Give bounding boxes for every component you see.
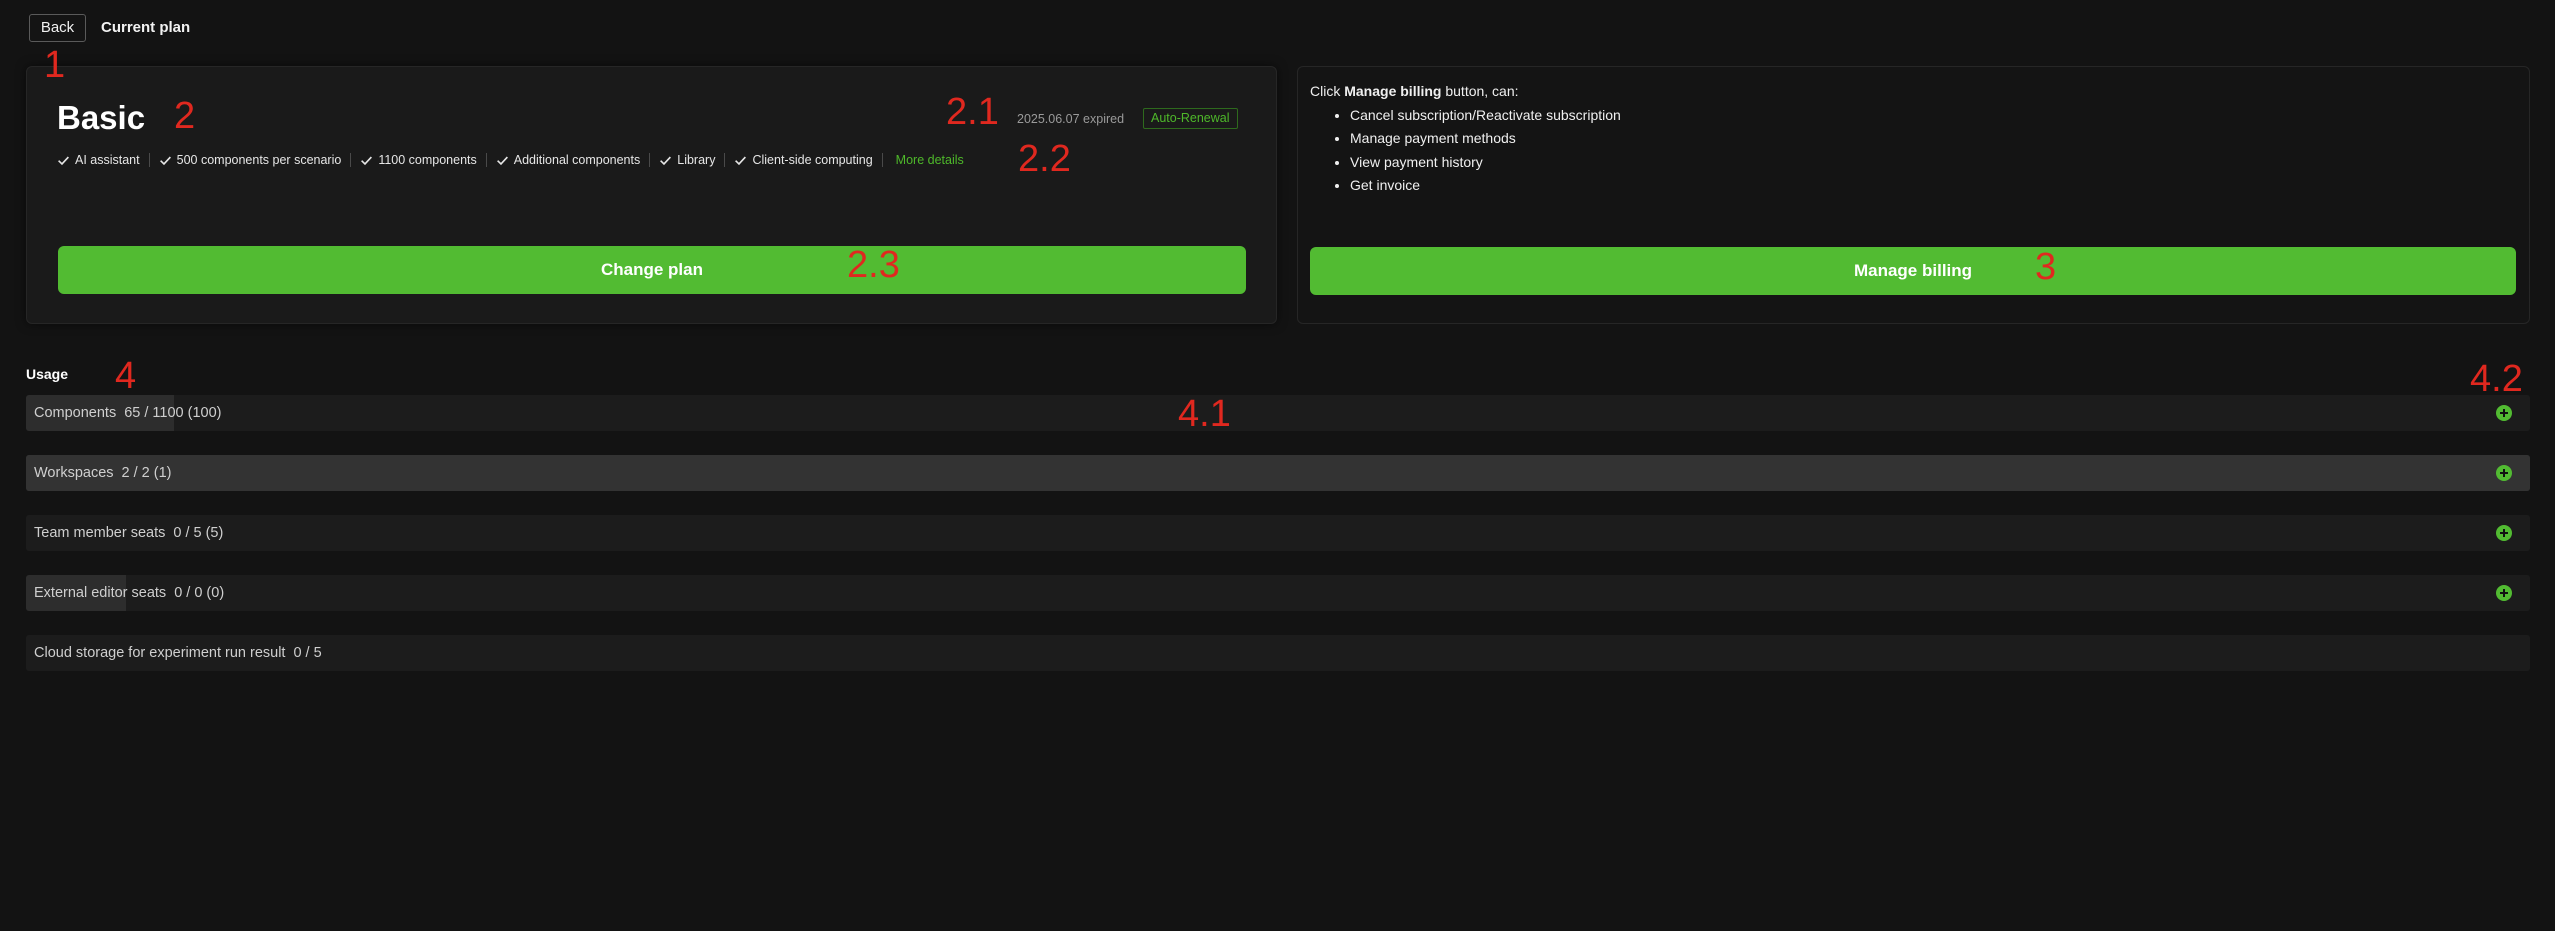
list-item: Cancel subscription/Reactivate subscript… [1350,104,1621,127]
usage-row-components: Components 65 / 1100 (100) [26,395,2530,431]
usage-value: 0 / 5 (5) [173,525,224,541]
billing-features-list: Cancel subscription/Reactivate subscript… [1350,104,1621,197]
back-button[interactable]: Back [29,14,86,42]
usage-row-workspaces: Workspaces 2 / 2 (1) [26,455,2530,491]
annotation-label: 2.1 [946,91,999,133]
check-icon [159,155,171,165]
usage-value: 65 / 1100 (100) [124,405,222,421]
billing-intro: Click Manage billing button, can: [1310,83,1519,99]
manage-billing-button[interactable]: Manage billing [1310,247,2516,295]
separator [350,153,352,167]
usage-label: Workspaces [34,465,114,481]
annotation-label: 4.1 [1178,393,1231,435]
separator [485,153,487,167]
add-team-seats-button[interactable] [2496,525,2512,541]
change-plan-button[interactable]: Change plan [58,246,1246,294]
usage-row-team-seats: Team member seats 0 / 5 (5) [26,515,2530,551]
feature-item: Client-side computing [734,153,873,167]
feature-label: Additional components [513,153,641,167]
usage-bar-fill [26,455,2530,491]
usage-label: External editor seats [34,585,167,601]
feature-item: 1100 components [360,153,477,167]
separator [724,153,726,167]
add-external-editor-seats-button[interactable] [2496,585,2512,601]
feature-label: 1100 components [378,153,477,167]
feature-item: 500 components per scenario [159,153,342,167]
annotation-label: 3 [2035,246,2057,288]
feature-label: AI assistant [75,153,140,167]
list-item: Get invoice [1350,174,1621,197]
annotation-label: 4.2 [2470,358,2523,400]
usage-row-external-editor-seats: External editor seats 0 / 0 (0) [26,575,2530,611]
check-icon [361,155,373,165]
usage-title: Usage [26,366,69,382]
feature-item: AI assistant [57,153,140,167]
separator [881,153,883,167]
usage-label: Components [34,405,117,421]
feature-label: Library [677,153,716,167]
plan-name: Basic [57,99,146,136]
list-item: Manage payment methods [1350,127,1621,150]
feature-label: Client-side computing [752,153,873,167]
check-icon [660,155,672,165]
feature-item: Additional components [496,153,640,167]
list-item: View payment history [1350,151,1621,174]
add-workspaces-button[interactable] [2496,465,2512,481]
usage-value: 2 / 2 (1) [121,465,172,481]
plan-expiry: 2025.06.07 expired [1017,112,1125,126]
more-details-link[interactable]: More details [896,153,964,167]
usage-value: 0 / 5 [293,645,322,661]
page-title: Current plan [101,19,191,36]
check-icon [58,155,69,165]
usage-row-cloud-storage: Cloud storage for experiment run result 0… [26,635,2530,671]
annotation-label: 2.2 [1018,138,1071,180]
usage-label: Team member seats [34,525,166,541]
usage-value: 0 / 0 (0) [174,585,225,601]
separator [649,153,651,167]
annotation-label: 2 [174,95,196,137]
feature-list: AI assistant 500 components per scenario… [57,150,964,170]
feature-item: Library [659,153,715,167]
auto-renewal-badge: Auto-Renewal [1143,108,1238,129]
add-components-button[interactable] [2496,405,2512,421]
usage-label: Cloud storage for experiment run result [34,645,286,661]
check-icon [496,155,508,165]
separator [148,153,150,167]
annotation-label: 2.3 [847,244,900,286]
check-icon [735,155,747,165]
feature-label: 500 components per scenario [176,153,342,167]
annotation-label: 4 [115,355,137,397]
annotation-label: 1 [44,44,66,86]
